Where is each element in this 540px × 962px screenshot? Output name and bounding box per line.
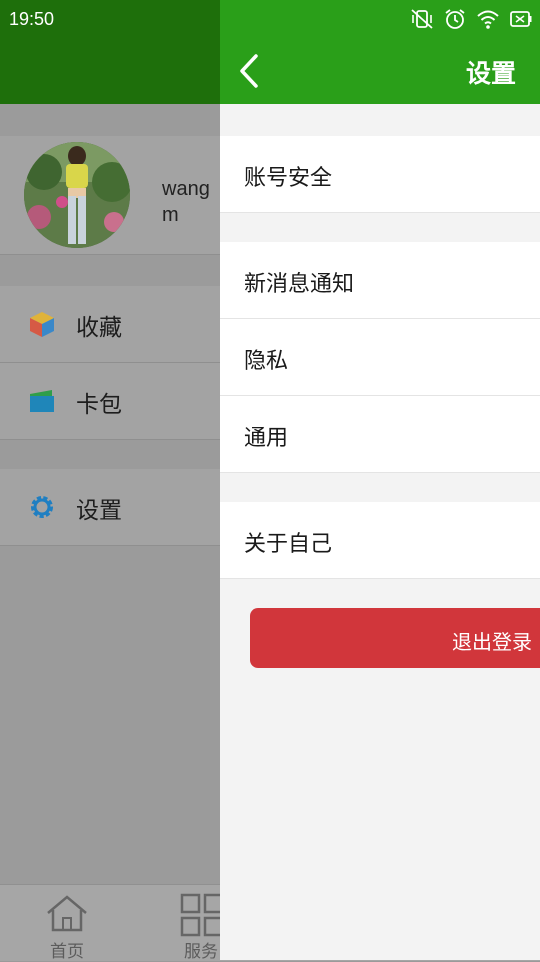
logout-label: 退出登录 — [452, 630, 532, 654]
page-title: 设置 — [465, 59, 516, 88]
settings-item-label: 通用 — [244, 426, 289, 451]
vibrate-off-icon — [411, 9, 433, 29]
drawer-item-label: 卡包 — [76, 392, 122, 418]
status-bar: 19:50 — [0, 0, 540, 38]
settings-item-account-security[interactable]: 账号安全 — [220, 136, 540, 213]
back-arrow-icon[interactable] — [230, 48, 276, 94]
settings-item-label: 隐私 — [244, 349, 289, 374]
settings-item-label: 关于自己 — [244, 532, 333, 557]
settings-item-general[interactable]: 通用 — [220, 396, 540, 473]
tab-home[interactable]: 首页 — [32, 893, 102, 962]
alarm-icon — [445, 9, 465, 29]
settings-item-label: 账号安全 — [244, 166, 333, 191]
status-bar-accent — [220, 0, 540, 2]
grid-icon — [180, 893, 224, 937]
home-icon — [47, 895, 87, 932]
settings-panel: 设置 账号安全 新消息通知 隐私 通用 关于自己 退出登录 — [220, 0, 540, 960]
avatar[interactable] — [24, 142, 130, 248]
wifi-icon — [477, 10, 499, 29]
status-time: 19:50 — [9, 9, 55, 29]
gear-icon — [31, 496, 53, 518]
wallet-icon — [30, 390, 54, 412]
drawer-item-label: 收藏 — [76, 315, 122, 341]
cube-icon — [30, 312, 54, 337]
profile-username: wangm — [162, 178, 210, 226]
logout-button[interactable]: 退出登录 — [250, 608, 540, 668]
settings-item-about[interactable]: 关于自己 — [220, 502, 540, 579]
tab-label: 首页 — [50, 942, 84, 962]
drawer-item-label: 设置 — [76, 498, 122, 524]
settings-item-privacy[interactable]: 隐私 — [220, 319, 540, 396]
settings-item-notifications[interactable]: 新消息通知 — [220, 242, 540, 319]
settings-item-label: 新消息通知 — [244, 272, 355, 297]
battery-icon — [510, 11, 532, 27]
